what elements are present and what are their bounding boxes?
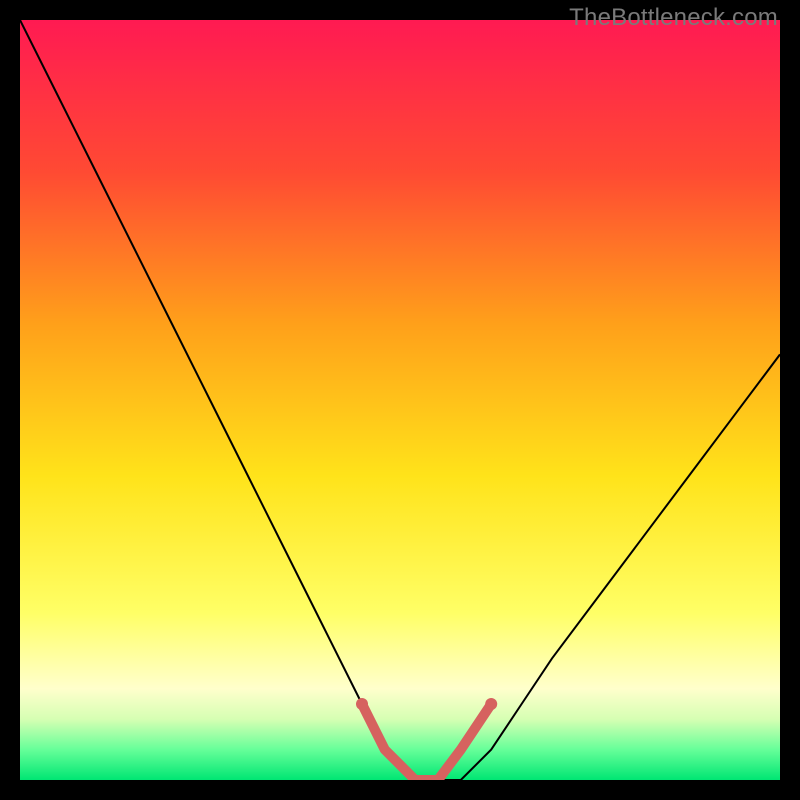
- chart-frame: [20, 20, 780, 780]
- gradient-background: [20, 20, 780, 780]
- watermark-label: TheBottleneck.com: [569, 4, 778, 32]
- bottleneck-chart: [20, 20, 780, 780]
